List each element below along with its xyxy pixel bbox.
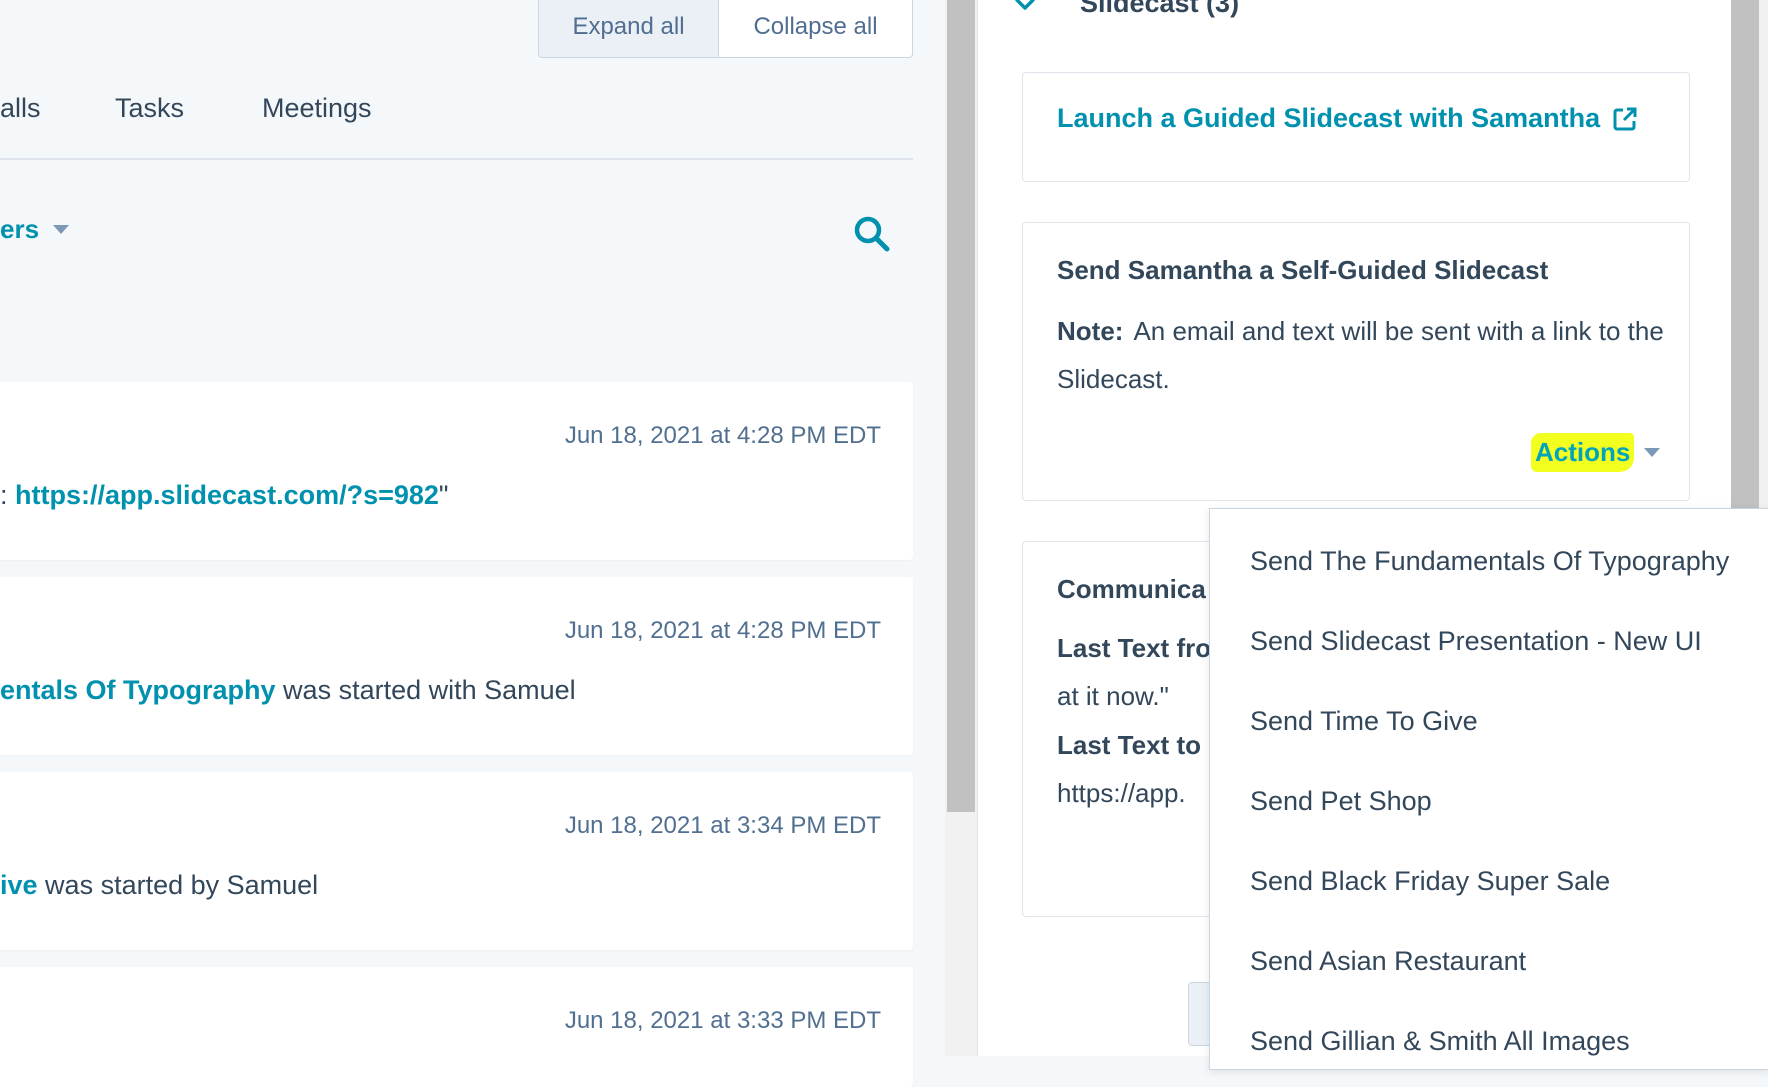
activity-suffix: was started by Samuel <box>37 870 319 900</box>
menu-item[interactable]: Send Slidecast Presentation - New UI <box>1250 626 1702 657</box>
self-guided-card: Send Samantha a Self-Guided Slidecast No… <box>1022 222 1690 501</box>
launch-link-label: Launch a Guided Slidecast with Samantha <box>1057 103 1601 133</box>
timeline-scrollbar[interactable] <box>945 0 978 1056</box>
launch-guided-link[interactable]: Launch a Guided Slidecast with Samantha <box>1057 103 1638 134</box>
chevron-down-icon <box>1015 0 1035 10</box>
actions-menu: Send The Fundamentals Of Typography Send… <box>1209 508 1768 1070</box>
timeline-card[interactable]: Jun 18, 2021 at 3:34 PM EDT ive was star… <box>0 772 913 950</box>
actions-dropdown-button[interactable]: Actions <box>1531 433 1661 472</box>
scrollbar-thumb[interactable] <box>1731 0 1759 508</box>
menu-item[interactable]: Send Black Friday Super Sale <box>1250 866 1610 897</box>
card-title: Communica <box>1057 574 1206 604</box>
tab-tasks[interactable]: Tasks <box>115 88 184 128</box>
last-text-from: Last Text fro <box>1057 633 1212 663</box>
tab-meetings[interactable]: Meetings <box>262 88 372 128</box>
timestamp: Jun 18, 2021 at 3:34 PM EDT <box>564 812 881 839</box>
filter-label: ers <box>0 214 40 244</box>
timeline-card[interactable]: Jun 18, 2021 at 4:28 PM EDT entals Of Ty… <box>0 577 913 755</box>
section-header[interactable]: Slidecast (3) <box>1014 0 1239 19</box>
note-text: Note: An email and text will be sent with… <box>1057 307 1667 403</box>
section-title: Slidecast (3) <box>1080 0 1240 18</box>
menu-item[interactable]: Send Time To Give <box>1250 706 1478 737</box>
last-text-to-value: https://app. <box>1057 778 1186 808</box>
filter-dropdown[interactable]: ers <box>0 214 70 245</box>
last-text-from-value: at it now." <box>1057 681 1169 711</box>
search-icon[interactable] <box>852 214 892 254</box>
menu-item[interactable]: Send Gillian & Smith All Images <box>1250 1026 1630 1057</box>
presentation-link[interactable]: entals Of Typography <box>0 675 276 705</box>
activity-text: entals Of Typography was started with Sa… <box>0 675 576 706</box>
chevron-down-icon <box>1644 448 1661 457</box>
launch-card: Launch a Guided Slidecast with Samantha <box>1022 72 1690 182</box>
menu-item[interactable]: Send The Fundamentals Of Typography <box>1250 546 1729 577</box>
timeline-card[interactable]: Jun 18, 2021 at 4:28 PM EDT : https://ap… <box>0 382 913 560</box>
activity-suffix: " <box>438 480 449 510</box>
activity-text: : https://app.slidecast.com/?s=982" <box>0 480 449 511</box>
tab-calls[interactable]: alls <box>0 88 41 128</box>
expand-all-button[interactable]: Expand all <box>538 0 719 58</box>
chevron-down-icon <box>53 225 70 234</box>
timestamp: Jun 18, 2021 at 4:28 PM EDT <box>564 617 881 644</box>
timestamp: Jun 18, 2021 at 4:28 PM EDT <box>564 422 881 449</box>
menu-item[interactable]: Send Pet Shop <box>1250 786 1432 817</box>
timeline-panel: Expand all Collapse all alls Tasks Meeti… <box>0 0 945 1087</box>
note-label: Note: <box>1057 316 1124 346</box>
actions-label: Actions <box>1531 433 1635 472</box>
scrollbar-thumb[interactable] <box>947 0 975 812</box>
collapse-all-button[interactable]: Collapse all <box>719 0 913 58</box>
note-body: An email and text will be sent with a li… <box>1057 316 1664 394</box>
presentation-link[interactable]: ive <box>0 870 38 900</box>
activity-text: ive was started by Samuel <box>0 870 318 901</box>
activity-tabs: alls Tasks Meetings <box>0 88 913 160</box>
activity-suffix: was started with Samuel <box>275 675 576 705</box>
timeline-card[interactable]: Jun 18, 2021 at 3:33 PM EDT <box>0 967 913 1087</box>
activity-prefix: : <box>0 480 16 510</box>
slidecast-link[interactable]: https://app.slidecast.com/?s=982 <box>15 480 439 510</box>
expand-collapse-group: Expand all Collapse all <box>538 0 913 58</box>
external-link-icon <box>1613 107 1637 130</box>
timestamp: Jun 18, 2021 at 3:33 PM EDT <box>564 1007 881 1034</box>
menu-item[interactable]: Send Asian Restaurant <box>1250 946 1526 977</box>
last-text-to: Last Text to <box>1057 730 1201 760</box>
card-title: Send Samantha a Self-Guided Slidecast <box>1057 255 1549 285</box>
